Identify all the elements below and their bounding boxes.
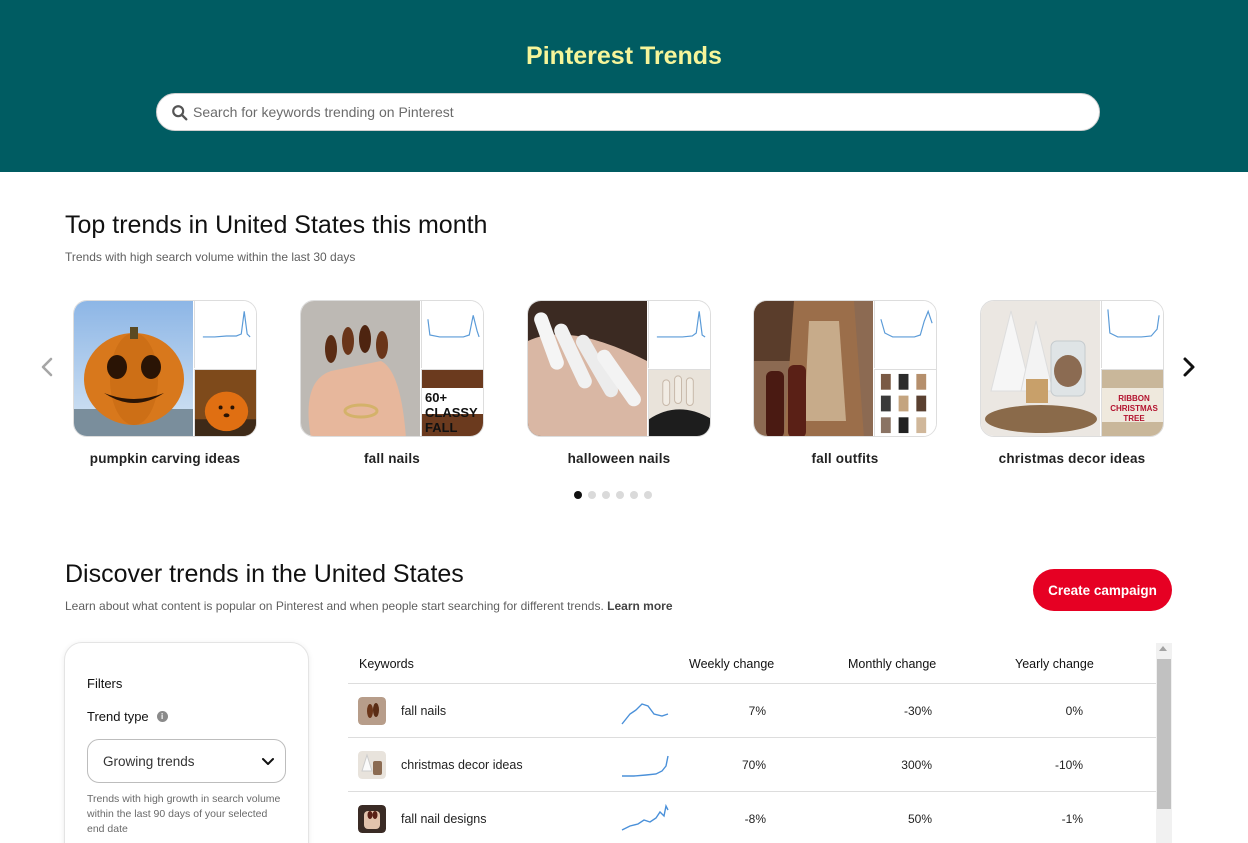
halloween-nails-small-image (648, 369, 710, 436)
carousel-prev-icon[interactable] (37, 356, 59, 378)
pagination-dot[interactable] (616, 491, 624, 499)
pagination-dot[interactable] (574, 491, 582, 499)
info-icon[interactable]: i (156, 711, 168, 722)
trend-card-label: christmas decor ideas (998, 451, 1146, 466)
trend-sparkline (874, 301, 936, 368)
search-input[interactable] (193, 94, 1083, 130)
chevron-down-icon (262, 758, 274, 765)
trend-sparkline (621, 803, 669, 831)
table-row[interactable]: fall nails 7% -30% 0% (348, 684, 1156, 738)
learn-more-link[interactable]: Learn more (607, 599, 672, 613)
pagination-dot[interactable] (630, 491, 638, 499)
discover-description: Learn about what content is popular on P… (65, 599, 673, 613)
table-scrollbar-thumb[interactable] (1157, 659, 1171, 809)
trend-card-pumpkin-carving-ideas[interactable]: pumpkin carving ideas (73, 300, 257, 466)
trend-card-fall-nails[interactable]: 60+ CLASSY FALL NAILS fall nails (300, 300, 484, 466)
trend-card-images: 60+ CLASSY FALL NAILS (300, 300, 484, 437)
christmas-decor-image (981, 301, 1100, 436)
monthly-change: 50% (907, 812, 932, 826)
trend-card-images (73, 300, 257, 437)
trend-sparkline (1101, 301, 1163, 368)
filters-panel: Filters Trend type i Growing trends Tren… (64, 642, 309, 843)
trend-sparkline (648, 301, 710, 368)
keyword-text[interactable]: fall nail designs (401, 812, 486, 826)
outfit-image (754, 301, 873, 436)
top-trends-subtitle: Trends with high search volume within th… (65, 250, 356, 264)
trend-sparkline (621, 703, 669, 725)
monthly-change: 300% (901, 758, 932, 772)
discover-heading: Discover trends in the United States (65, 560, 464, 588)
search-icon (172, 105, 188, 121)
fall-nails-small-image: 60+ CLASSY FALL NAILS (421, 369, 483, 436)
trend-card-label: fall outfits (811, 451, 879, 466)
header-banner: Pinterest Trends (0, 0, 1248, 172)
top-trends-heading: Top trends in United States this month (65, 211, 488, 239)
pagination-dot[interactable] (588, 491, 596, 499)
trend-type-help: Trends with high growth in search volume… (87, 793, 281, 835)
trend-carousel: pumpkin carving ideas 60+ CLASSY FALL NA… (40, 300, 1210, 470)
column-header-keywords: Keywords (359, 657, 414, 671)
create-campaign-button[interactable]: Create campaign (1033, 569, 1172, 611)
keyword-thumbnail (358, 697, 386, 725)
weekly-change: 7% (748, 704, 766, 718)
pumpkin-image (74, 301, 193, 436)
trend-type-label: Trend type i (87, 709, 168, 724)
christmas-image-text: RIBBON CHRISTMAS TREE (1110, 394, 1158, 423)
outfit-small-image (874, 369, 936, 436)
fall-nails-image-text: 60+ CLASSY FALL NAILS (425, 390, 478, 436)
trend-sparkline (421, 301, 483, 368)
column-header-monthly[interactable]: Monthly change (848, 657, 936, 671)
trend-card-label: halloween nails (567, 451, 671, 466)
pagination-dot[interactable] (644, 491, 652, 499)
trend-sparkline (622, 755, 669, 777)
keyword-text[interactable]: christmas decor ideas (401, 758, 523, 772)
pagination-dot[interactable] (602, 491, 610, 499)
yearly-change: -1% (1061, 812, 1083, 826)
trend-type-selected: Growing trends (103, 754, 195, 769)
yearly-change: 0% (1065, 704, 1083, 718)
trend-card-images (527, 300, 711, 437)
yearly-change: -10% (1054, 758, 1083, 772)
trend-type-select[interactable]: Growing trends (87, 739, 286, 783)
trend-card-christmas-decor-ideas[interactable]: RIBBON CHRISTMAS TREE christmas decor id… (980, 300, 1164, 466)
column-header-weekly[interactable]: Weekly change (689, 657, 774, 671)
table-row[interactable]: fall nail designs -8% 50% -1% (348, 792, 1156, 843)
trend-card-label: fall nails (363, 451, 421, 466)
carousel-pagination (574, 491, 652, 501)
trend-sparkline (194, 301, 256, 368)
pumpkin-small-image (194, 369, 256, 436)
trend-card-fall-outfits[interactable]: fall outfits (753, 300, 937, 466)
page-title: Pinterest Trends (526, 42, 722, 70)
halloween-nails-image (528, 301, 647, 436)
trend-card-halloween-nails[interactable]: halloween nails (527, 300, 711, 466)
table-header: Keywords Weekly change Monthly change Ye… (348, 643, 1156, 684)
weekly-change: -8% (744, 812, 766, 826)
trend-card-images: RIBBON CHRISTMAS TREE (980, 300, 1164, 437)
trend-type-text: Trend type (87, 709, 149, 724)
scroll-up-icon[interactable] (1159, 646, 1167, 651)
monthly-change: -30% (903, 704, 932, 718)
nails-image (301, 301, 420, 436)
keyword-thumbnail (358, 751, 386, 779)
weekly-change: 70% (741, 758, 766, 772)
trends-table: Keywords Weekly change Monthly change Ye… (348, 643, 1156, 843)
search-bar[interactable] (156, 93, 1100, 131)
keyword-thumbnail (358, 805, 386, 833)
carousel-next-icon[interactable] (1177, 356, 1199, 378)
trend-card-images (753, 300, 937, 437)
christmas-small-image: RIBBON CHRISTMAS TREE (1101, 369, 1163, 436)
keyword-text[interactable]: fall nails (401, 704, 446, 718)
trend-card-label: pumpkin carving ideas (89, 451, 241, 466)
filters-title: Filters (87, 676, 123, 691)
table-row[interactable]: christmas decor ideas 70% 300% -10% (348, 738, 1156, 792)
column-header-yearly[interactable]: Yearly change (1015, 657, 1094, 671)
discover-description-text: Learn about what content is popular on P… (65, 599, 604, 613)
